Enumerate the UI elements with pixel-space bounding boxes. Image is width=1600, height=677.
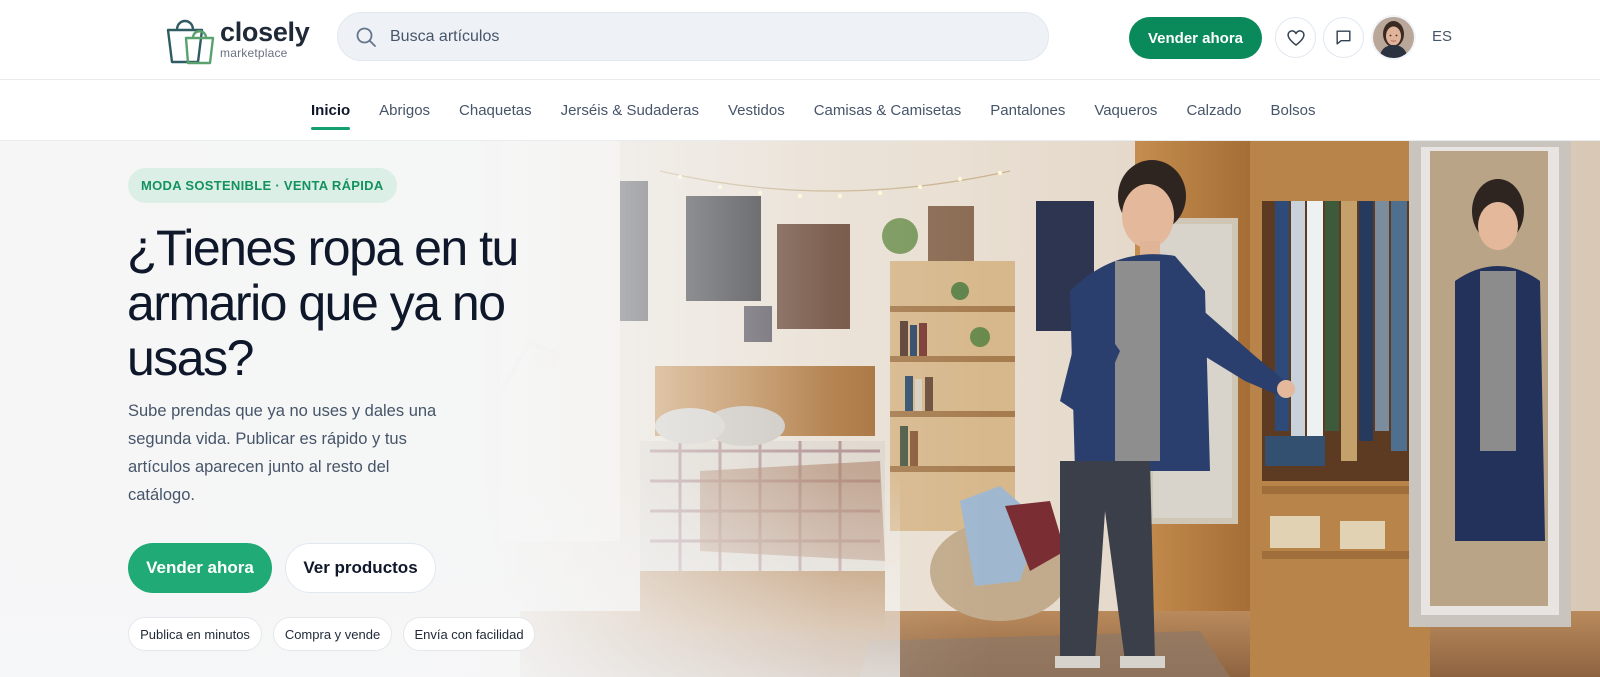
hero-badge: MODA SOSTENIBLE · VENTA RÁPIDA bbox=[128, 168, 397, 203]
search-icon bbox=[356, 27, 376, 47]
feature-chip-buy-sell: Compra y vende bbox=[273, 617, 392, 651]
top-header: closely marketplace Vender ahora bbox=[0, 0, 1600, 80]
nav-item-pantalones[interactable]: Pantalones bbox=[990, 80, 1065, 141]
category-nav: Inicio Abrigos Chaquetas Jerséis & Sudad… bbox=[0, 80, 1600, 141]
messages-button[interactable] bbox=[1323, 17, 1364, 58]
chat-icon bbox=[1336, 30, 1351, 45]
hero-title: ¿Tienes ropa en tu armario que ya no usa… bbox=[127, 220, 519, 386]
brand-tagline: marketplace bbox=[220, 46, 288, 60]
view-products-button[interactable]: Ver productos bbox=[285, 543, 436, 593]
nav-item-jerseis-sudaderas[interactable]: Jerséis & Sudaderas bbox=[561, 80, 699, 141]
heart-icon bbox=[1286, 29, 1305, 46]
nav-item-bolsos[interactable]: Bolsos bbox=[1270, 80, 1315, 141]
favorites-button[interactable] bbox=[1275, 17, 1316, 58]
feature-chip-publish: Publica en minutos bbox=[128, 617, 262, 651]
nav-item-camisas-camisetas[interactable]: Camisas & Camisetas bbox=[814, 80, 962, 141]
shopping-bags-icon bbox=[166, 19, 215, 65]
hero-sell-now-button[interactable]: Vender ahora bbox=[128, 543, 272, 593]
feature-chip-shipping: Envía con facilidad bbox=[403, 617, 535, 651]
hero-description: Sube prendas que ya no uses y dales una … bbox=[128, 402, 437, 504]
nav-item-inicio[interactable]: Inicio bbox=[311, 80, 351, 141]
user-avatar[interactable] bbox=[1373, 17, 1414, 58]
search-input[interactable] bbox=[338, 13, 1048, 60]
language-selector[interactable]: ES bbox=[1432, 28, 1452, 45]
sell-now-button[interactable]: Vender ahora bbox=[1129, 17, 1262, 59]
nav-item-calzado[interactable]: Calzado bbox=[1186, 80, 1241, 141]
search-bar bbox=[337, 12, 1049, 61]
hero-section: MODA SOSTENIBLE · VENTA RÁPIDA ¿Tienes r… bbox=[0, 141, 1600, 677]
brand-logo[interactable]: closely marketplace bbox=[164, 12, 314, 66]
nav-item-vaqueros[interactable]: Vaqueros bbox=[1094, 80, 1157, 141]
nav-item-chaquetas[interactable]: Chaquetas bbox=[459, 80, 532, 141]
brand-name: closely bbox=[220, 17, 310, 47]
nav-item-vestidos[interactable]: Vestidos bbox=[728, 80, 785, 141]
nav-item-abrigos[interactable]: Abrigos bbox=[379, 80, 430, 141]
